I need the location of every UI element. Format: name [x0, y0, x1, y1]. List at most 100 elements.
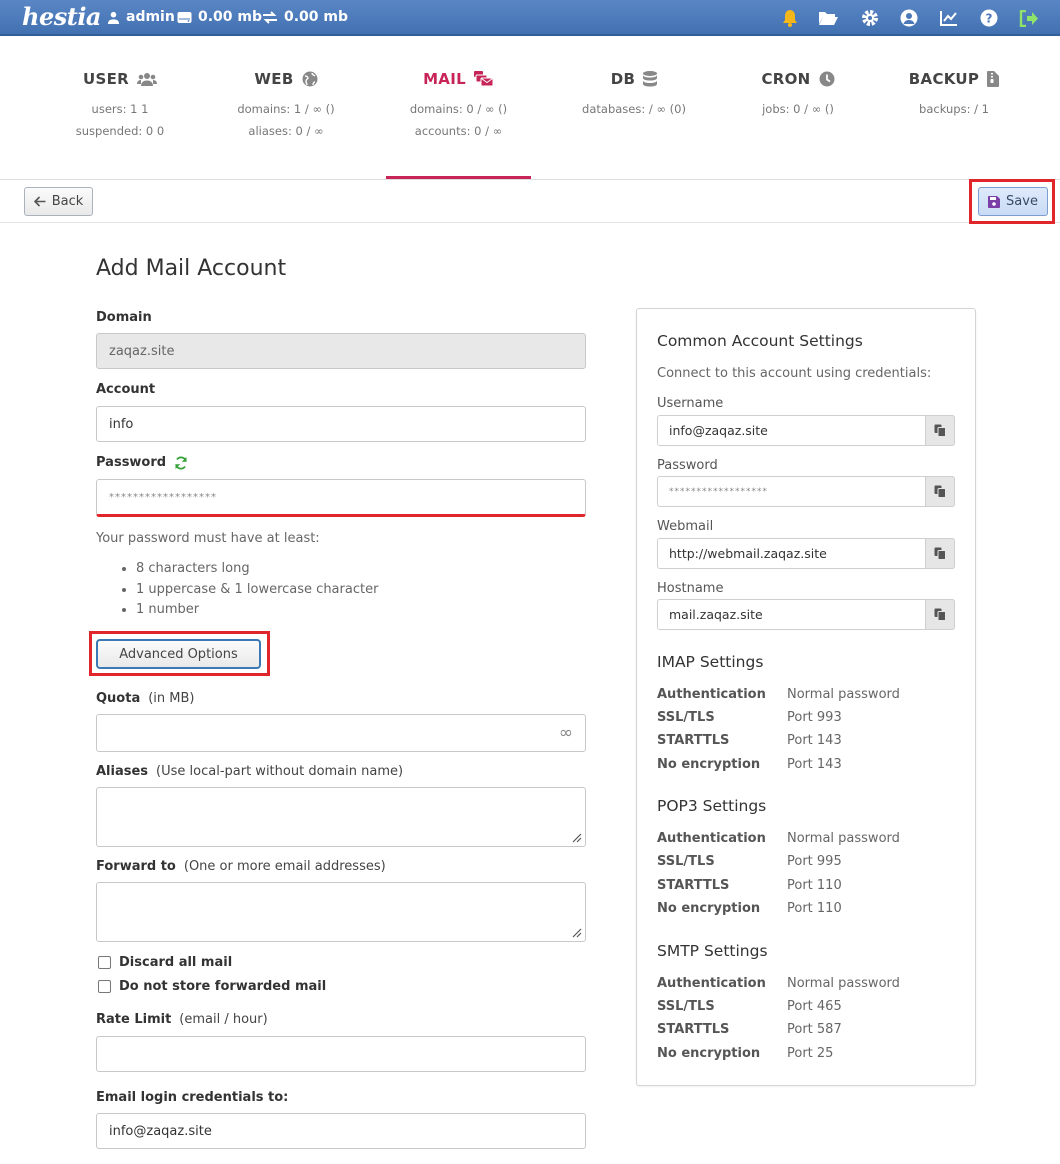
- sync-icon[interactable]: [174, 456, 188, 470]
- tab-db[interactable]: DB databases: / ∞ (0): [564, 38, 704, 179]
- send-credentials-value: info@zaqaz.site: [109, 1123, 212, 1139]
- discard-all-mail-checkbox[interactable]: [98, 956, 111, 969]
- smtp-noenc-key: No encryption: [657, 1046, 761, 1061]
- bandwidth-usage: 0.00 mb: [284, 9, 349, 25]
- discard-all-mail-option[interactable]: Discard all mail: [98, 955, 232, 970]
- forward-textarea[interactable]: [96, 882, 586, 942]
- password-value: ******************: [109, 491, 217, 503]
- copy-hostname-button[interactable]: [925, 599, 955, 630]
- domain-label: Domain: [96, 310, 152, 325]
- imap-ssl-key: SSL/TLS: [657, 710, 715, 725]
- chart-line-icon[interactable]: [938, 7, 960, 29]
- account-input[interactable]: info: [96, 406, 586, 442]
- tab-web-label: WEB: [254, 70, 294, 88]
- copy-password-button[interactable]: [925, 476, 955, 507]
- common-settings-panel: Common Account Settings Connect to this …: [636, 308, 976, 1086]
- hostname-value: mail.zaqaz.site: [669, 607, 763, 622]
- domain-label-text: Domain: [96, 310, 152, 325]
- user-circle-icon[interactable]: [898, 7, 920, 29]
- quota-label: Quota (in MB): [96, 691, 195, 706]
- tab-mail[interactable]: MAIL domains: 0 / ∞ () accounts: 0 / ∞: [386, 38, 531, 179]
- pop3-ssl-value: Port 995: [787, 854, 842, 869]
- help-icon[interactable]: ?: [978, 7, 1000, 29]
- copy-icon: [934, 424, 946, 437]
- user-stat[interactable]: admin: [107, 9, 175, 25]
- quota-input[interactable]: ∞: [96, 714, 586, 752]
- forward-hint: (One or more email addresses): [183, 859, 386, 874]
- smtp-ssl-key: SSL/TLS: [657, 999, 715, 1014]
- tab-web[interactable]: WEB domains: 1 / ∞ () aliases: 0 / ∞: [216, 38, 356, 179]
- domain-input: zaqaz.site: [96, 333, 586, 369]
- username-label: Username: [657, 396, 724, 411]
- password-value-panel: ******************: [669, 486, 768, 497]
- tab-web-aliases: aliases: 0 / ∞: [248, 124, 324, 138]
- rate-limit-input[interactable]: [96, 1036, 586, 1072]
- list-item: 8 characters long: [136, 561, 378, 582]
- tab-mail-domains: domains: 0 / ∞ (): [409, 102, 508, 116]
- imap-auth-key: Authentication: [657, 687, 766, 702]
- password-field-panel[interactable]: ******************: [657, 476, 955, 507]
- copy-icon: [934, 547, 946, 560]
- aliases-hint: (Use local-part without domain name): [156, 764, 404, 779]
- hestia-logo[interactable]: hestia: [22, 2, 101, 31]
- smtp-starttls-value: Port 587: [787, 1022, 842, 1037]
- bell-icon[interactable]: [779, 7, 801, 29]
- tab-user-label: USER: [83, 70, 129, 88]
- send-credentials-input[interactable]: info@zaqaz.site: [96, 1113, 586, 1149]
- users-icon: [136, 72, 157, 86]
- tab-cron-label: CRON: [761, 70, 811, 88]
- password-label: Password: [96, 455, 188, 470]
- smtp-auth-value: Normal password: [787, 976, 900, 991]
- pop3-settings-title: POP3 Settings: [657, 797, 767, 815]
- do-not-store-forwarded-checkbox[interactable]: [98, 980, 111, 993]
- back-button[interactable]: Back: [24, 187, 93, 216]
- webmail-field[interactable]: http://webmail.zaqaz.site: [657, 538, 955, 569]
- user-icon: [107, 11, 120, 24]
- tab-backup[interactable]: BACKUP backups: / 1: [884, 38, 1024, 179]
- infinity-icon[interactable]: ∞: [559, 723, 573, 743]
- resize-grip-icon[interactable]: [570, 926, 582, 938]
- domain-value: zaqaz.site: [109, 343, 175, 359]
- rate-limit-hint: (email / hour): [179, 1012, 268, 1027]
- account-value: info: [109, 416, 134, 432]
- arrow-left-icon: [33, 196, 46, 207]
- rate-limit-label-text: Rate Limit: [96, 1012, 172, 1027]
- resize-grip-icon[interactable]: [570, 831, 582, 843]
- password-input[interactable]: ******************: [96, 479, 586, 517]
- pop3-auth-value: Normal password: [787, 831, 900, 846]
- folder-open-icon[interactable]: [817, 7, 839, 29]
- tab-user[interactable]: USER users: 1 1 suspended: 0 0: [50, 38, 190, 179]
- copy-webmail-button[interactable]: [925, 538, 955, 569]
- panel-title: Common Account Settings: [657, 332, 863, 350]
- imap-starttls-value: Port 143: [787, 733, 842, 748]
- advanced-options-label: Advanced Options: [119, 646, 238, 662]
- tab-web-domains: domains: 1 / ∞ (): [237, 102, 335, 116]
- imap-starttls-key: STARTTLS: [657, 733, 730, 748]
- tab-backup-backups: backups: / 1: [919, 102, 989, 116]
- hostname-field[interactable]: mail.zaqaz.site: [657, 599, 955, 630]
- tab-cron[interactable]: CRON jobs: 0 / ∞ (): [728, 38, 868, 179]
- copy-username-button[interactable]: [925, 415, 955, 446]
- logout-icon[interactable]: [1018, 7, 1040, 29]
- pop3-noenc-key: No encryption: [657, 901, 761, 916]
- password-requirements-note: Your password must have at least:: [96, 531, 320, 546]
- username-field[interactable]: info@zaqaz.site: [657, 415, 955, 446]
- pop3-starttls-key: STARTTLS: [657, 878, 730, 893]
- top-bar: hestia admin 0.00 mb 0.00 mb ?: [0, 0, 1060, 36]
- rate-limit-label: Rate Limit (email / hour): [96, 1012, 268, 1027]
- page-title: Add Mail Account: [96, 256, 287, 281]
- aliases-textarea[interactable]: [96, 787, 586, 847]
- do-not-store-forwarded-option[interactable]: Do not store forwarded mail: [98, 979, 326, 994]
- copy-icon: [934, 485, 946, 498]
- imap-ssl-value: Port 993: [787, 710, 842, 725]
- advanced-options-button[interactable]: Advanced Options: [96, 639, 261, 669]
- gear-icon[interactable]: [859, 7, 881, 29]
- panel-subtitle: Connect to this account using credential…: [657, 366, 932, 381]
- exchange-icon: [263, 10, 277, 24]
- quota-label-text: Quota: [96, 691, 141, 706]
- tab-backup-label: BACKUP: [908, 70, 980, 88]
- do-not-store-forwarded-label: Do not store forwarded mail: [119, 979, 327, 994]
- discard-all-mail-label: Discard all mail: [119, 955, 233, 970]
- aliases-label-text: Aliases: [96, 764, 149, 779]
- list-item: 1 uppercase & 1 lowercase character: [136, 582, 378, 603]
